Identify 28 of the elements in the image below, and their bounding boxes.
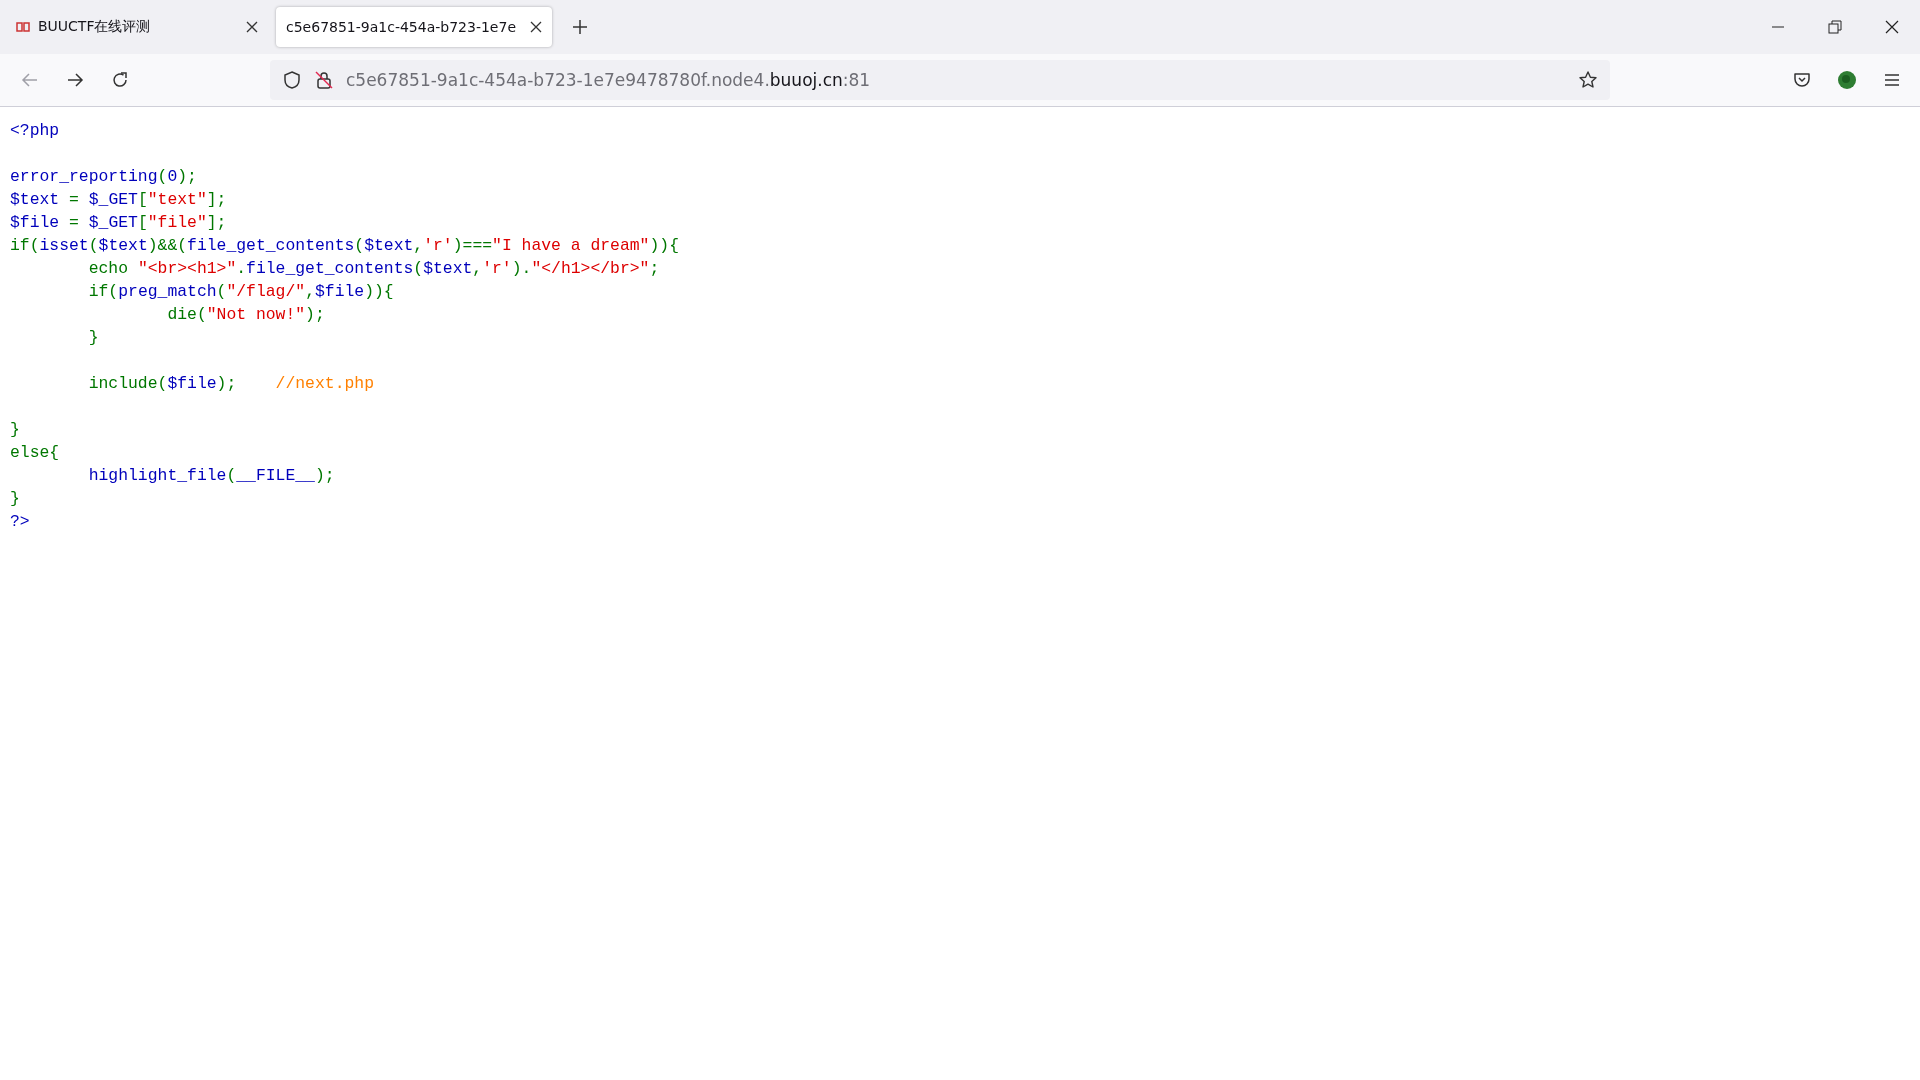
code-line: echo "<br><h1>".file_get_contents($text,'r')."</h1></br>"; [87, 259, 660, 278]
code-line: error_reporting(0); [10, 167, 197, 186]
account-avatar-icon[interactable] [1837, 70, 1857, 90]
code-line: if(isset($text)&&(file_get_contents($text,'r')==="I have a dream")){ [10, 236, 679, 255]
code-line: highlight_file(__FILE__); [87, 466, 335, 485]
new-tab-icon[interactable] [570, 17, 590, 37]
code-line: } [10, 489, 20, 508]
bookmark-star-icon[interactable] [1578, 70, 1598, 90]
code-line: } [10, 420, 20, 439]
shield-icon[interactable] [282, 70, 302, 90]
reload-icon[interactable] [110, 70, 130, 90]
code-line: else{ [10, 443, 60, 462]
code-line: if(preg_match("/flag/",$file)){ [87, 282, 394, 301]
code-line: } [87, 328, 99, 347]
code-line: <?php [10, 121, 60, 140]
code-line: include($file); //next.php [87, 374, 374, 393]
site-logo-icon [16, 21, 30, 33]
url-text: c5e67851-9a1c-454a-b723-1e7e9478780f.node4.buuoj.cn:81 [346, 70, 872, 90]
browser-tab[interactable]: c5e67851-9a1c-454a-b723-1e7e [276, 7, 552, 47]
restore-icon[interactable] [1825, 17, 1845, 37]
code-line: $text = $_GET["text"]; [10, 190, 227, 209]
code-line: ?> [10, 512, 30, 531]
insecure-lock-icon[interactable] [314, 70, 334, 90]
code-line: $file = $_GET["file"]; [10, 213, 227, 232]
address-bar[interactable]: c5e67851-9a1c-454a-b723-1e7e9478780f.node4.buuoj.cn:81 [270, 60, 1610, 100]
pocket-icon[interactable] [1792, 70, 1812, 90]
code-line: die("Not now!"); [166, 305, 325, 324]
browser-tab[interactable]: BUUCTF在线评测 [2, 7, 268, 47]
